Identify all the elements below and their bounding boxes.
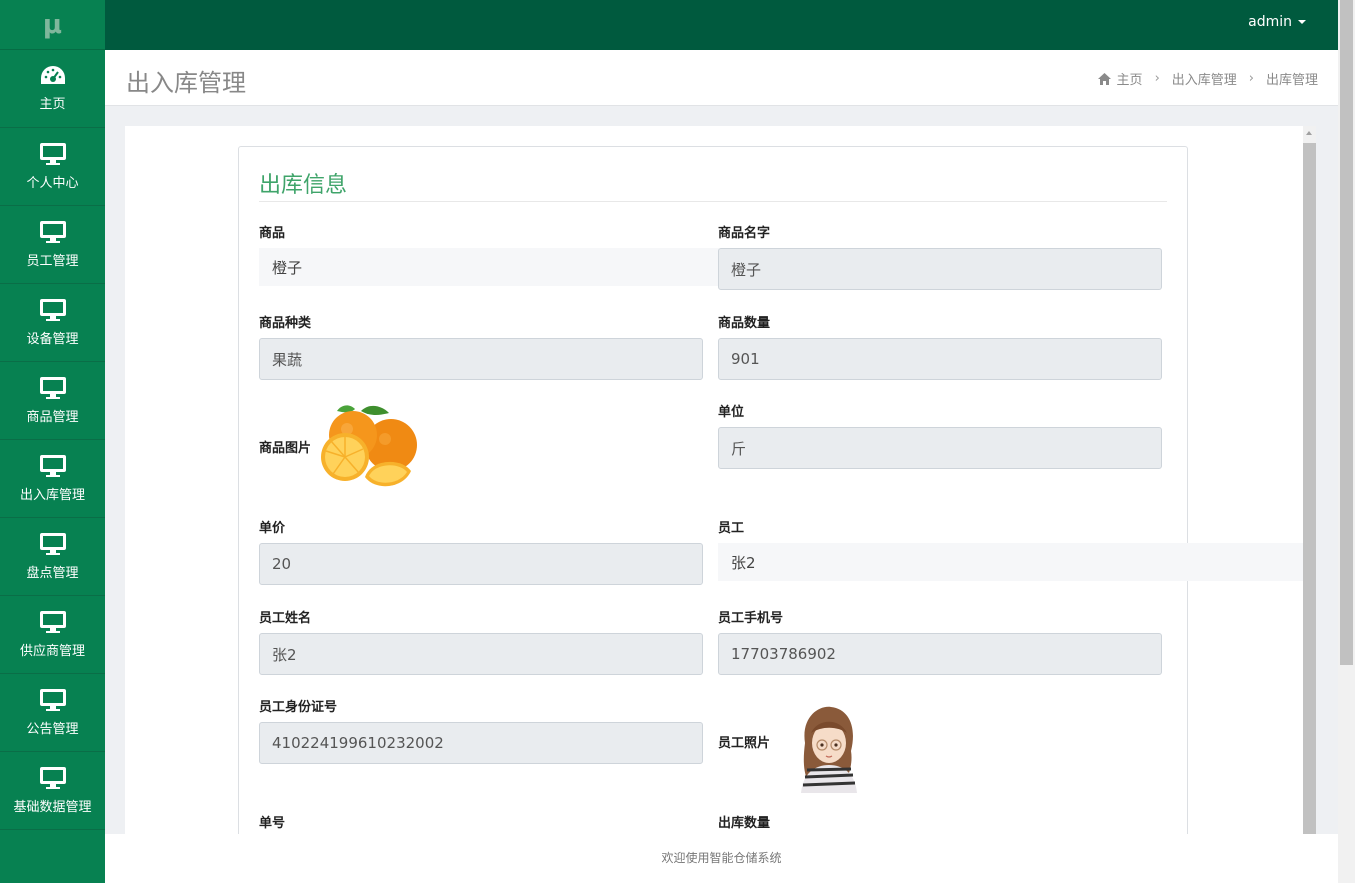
breadcrumb-inout[interactable]: 出入库管理 xyxy=(1172,69,1237,88)
goods-name-label: 商品名字 xyxy=(718,226,771,241)
staff-phone-label: 员工手机号 xyxy=(718,611,784,626)
monitor-icon xyxy=(39,611,66,633)
scroll-up-arrow-icon[interactable] xyxy=(1306,131,1312,135)
sidebar-item-label: 盘点管理 xyxy=(26,566,79,581)
staff-label: 员工 xyxy=(718,521,745,536)
breadcrumb-separator: › xyxy=(1248,71,1254,86)
sidebar-item-inout[interactable]: 出入库管理 xyxy=(0,440,105,518)
caret-down-icon xyxy=(1298,20,1306,24)
sidebar-item-label: 供应商管理 xyxy=(19,644,85,659)
content-panel: 出库信息 商品 橙子 商品名字 橙子 商品种类 果蔬 商品数量 901 商品图片 xyxy=(125,126,1303,834)
sidebar-item-equipment[interactable]: 设备管理 xyxy=(0,284,105,362)
breadcrumb-separator: › xyxy=(1154,71,1160,86)
window-scrollbar[interactable] xyxy=(1338,0,1355,883)
unit-field[interactable]: 斤 xyxy=(718,427,1162,469)
sidebar-item-label: 设备管理 xyxy=(26,332,79,347)
sidebar-item-label: 出入库管理 xyxy=(19,488,85,503)
monitor-icon xyxy=(39,377,66,399)
monitor-icon xyxy=(39,143,66,165)
goods-label: 商品 xyxy=(259,226,286,241)
staff-photo-label: 员工照片 xyxy=(718,736,771,751)
goods-field[interactable]: 橙子 xyxy=(259,248,719,286)
sidebar-item-suppliers[interactable]: 供应商管理 xyxy=(0,596,105,674)
price-field[interactable]: 20 xyxy=(259,543,703,585)
detail-card: 出库信息 商品 橙子 商品名字 橙子 商品种类 果蔬 商品数量 901 商品图片 xyxy=(238,146,1303,834)
monitor-icon xyxy=(39,299,66,321)
monitor-icon xyxy=(39,689,66,711)
app-logo[interactable]: μ xyxy=(0,0,105,50)
sidebar-item-inventory[interactable]: 盘点管理 xyxy=(0,518,105,596)
top-navbar: admin xyxy=(105,0,1338,50)
monitor-icon xyxy=(39,767,66,789)
sidebar-item-basedata[interactable]: 基础数据管理 xyxy=(0,752,105,830)
sidebar-item-profile[interactable]: 个人中心 xyxy=(0,128,105,206)
goods-name-field[interactable]: 橙子 xyxy=(718,248,1162,290)
home-icon xyxy=(1097,72,1111,85)
staff-id-label: 员工身份证号 xyxy=(259,700,338,715)
staff-field[interactable]: 张2 xyxy=(718,543,1303,581)
scrollbar-thumb[interactable] xyxy=(1303,143,1316,834)
staff-photo xyxy=(801,706,857,793)
window-scrollbar-thumb[interactable] xyxy=(1340,0,1353,665)
sidebar-item-label: 公告管理 xyxy=(26,722,79,737)
page-title: 出入库管理 xyxy=(126,69,246,97)
username: admin xyxy=(1248,14,1292,30)
sidebar-item-label: 商品管理 xyxy=(26,410,79,425)
goods-qty-field[interactable]: 901 xyxy=(718,338,1162,380)
order-no-label: 单号 xyxy=(259,816,286,831)
sidebar-item-staff[interactable]: 员工管理 xyxy=(0,206,105,284)
goods-image xyxy=(321,405,417,487)
staff-id-field[interactable]: 410224199610232002 xyxy=(259,722,703,764)
price-label: 单价 xyxy=(259,521,286,536)
staff-name-field[interactable]: 张2 xyxy=(259,633,703,675)
monitor-icon xyxy=(39,533,66,555)
breadcrumb: 主页 › 出入库管理 › 出库管理 xyxy=(1097,69,1318,88)
sidebar-item-label: 基础数据管理 xyxy=(13,800,92,815)
sidebar-item-home[interactable]: 主页 xyxy=(0,50,105,128)
staff-phone-field[interactable]: 17703786902 xyxy=(718,633,1162,675)
monitor-icon xyxy=(39,221,66,243)
goods-qty-label: 商品数量 xyxy=(718,316,771,331)
user-menu[interactable]: admin xyxy=(1248,14,1306,30)
sidebar-item-label: 员工管理 xyxy=(26,254,79,269)
goods-image-label: 商品图片 xyxy=(259,441,312,456)
content-scrollbar[interactable] xyxy=(1303,126,1316,834)
goods-type-field[interactable]: 果蔬 xyxy=(259,338,703,380)
sidebar-item-notices[interactable]: 公告管理 xyxy=(0,674,105,752)
page-header: 出入库管理 主页 › 出入库管理 › 出库管理 xyxy=(105,50,1338,106)
breadcrumb-current: 出库管理 xyxy=(1265,73,1318,88)
card-title: 出库信息 xyxy=(259,173,348,198)
staff-name-label: 员工姓名 xyxy=(259,611,312,626)
out-qty-label: 出库数量 xyxy=(718,816,771,831)
unit-label: 单位 xyxy=(718,405,745,420)
sidebar-item-label: 个人中心 xyxy=(26,176,79,191)
breadcrumb-home[interactable]: 主页 xyxy=(1117,69,1143,88)
divider xyxy=(259,201,1167,202)
sidebar-item-label: 主页 xyxy=(39,97,66,112)
goods-type-label: 商品种类 xyxy=(259,316,312,331)
sidebar-item-goods[interactable]: 商品管理 xyxy=(0,362,105,440)
dashboard-icon xyxy=(40,66,65,84)
sidebar: μ 主页 个人中心 员工管理 设备管理 商品管理 出入库管理 盘点管理 供应商管… xyxy=(0,0,105,883)
footer: 欢迎使用智能仓储系统 xyxy=(105,834,1338,883)
monitor-icon xyxy=(39,455,66,477)
